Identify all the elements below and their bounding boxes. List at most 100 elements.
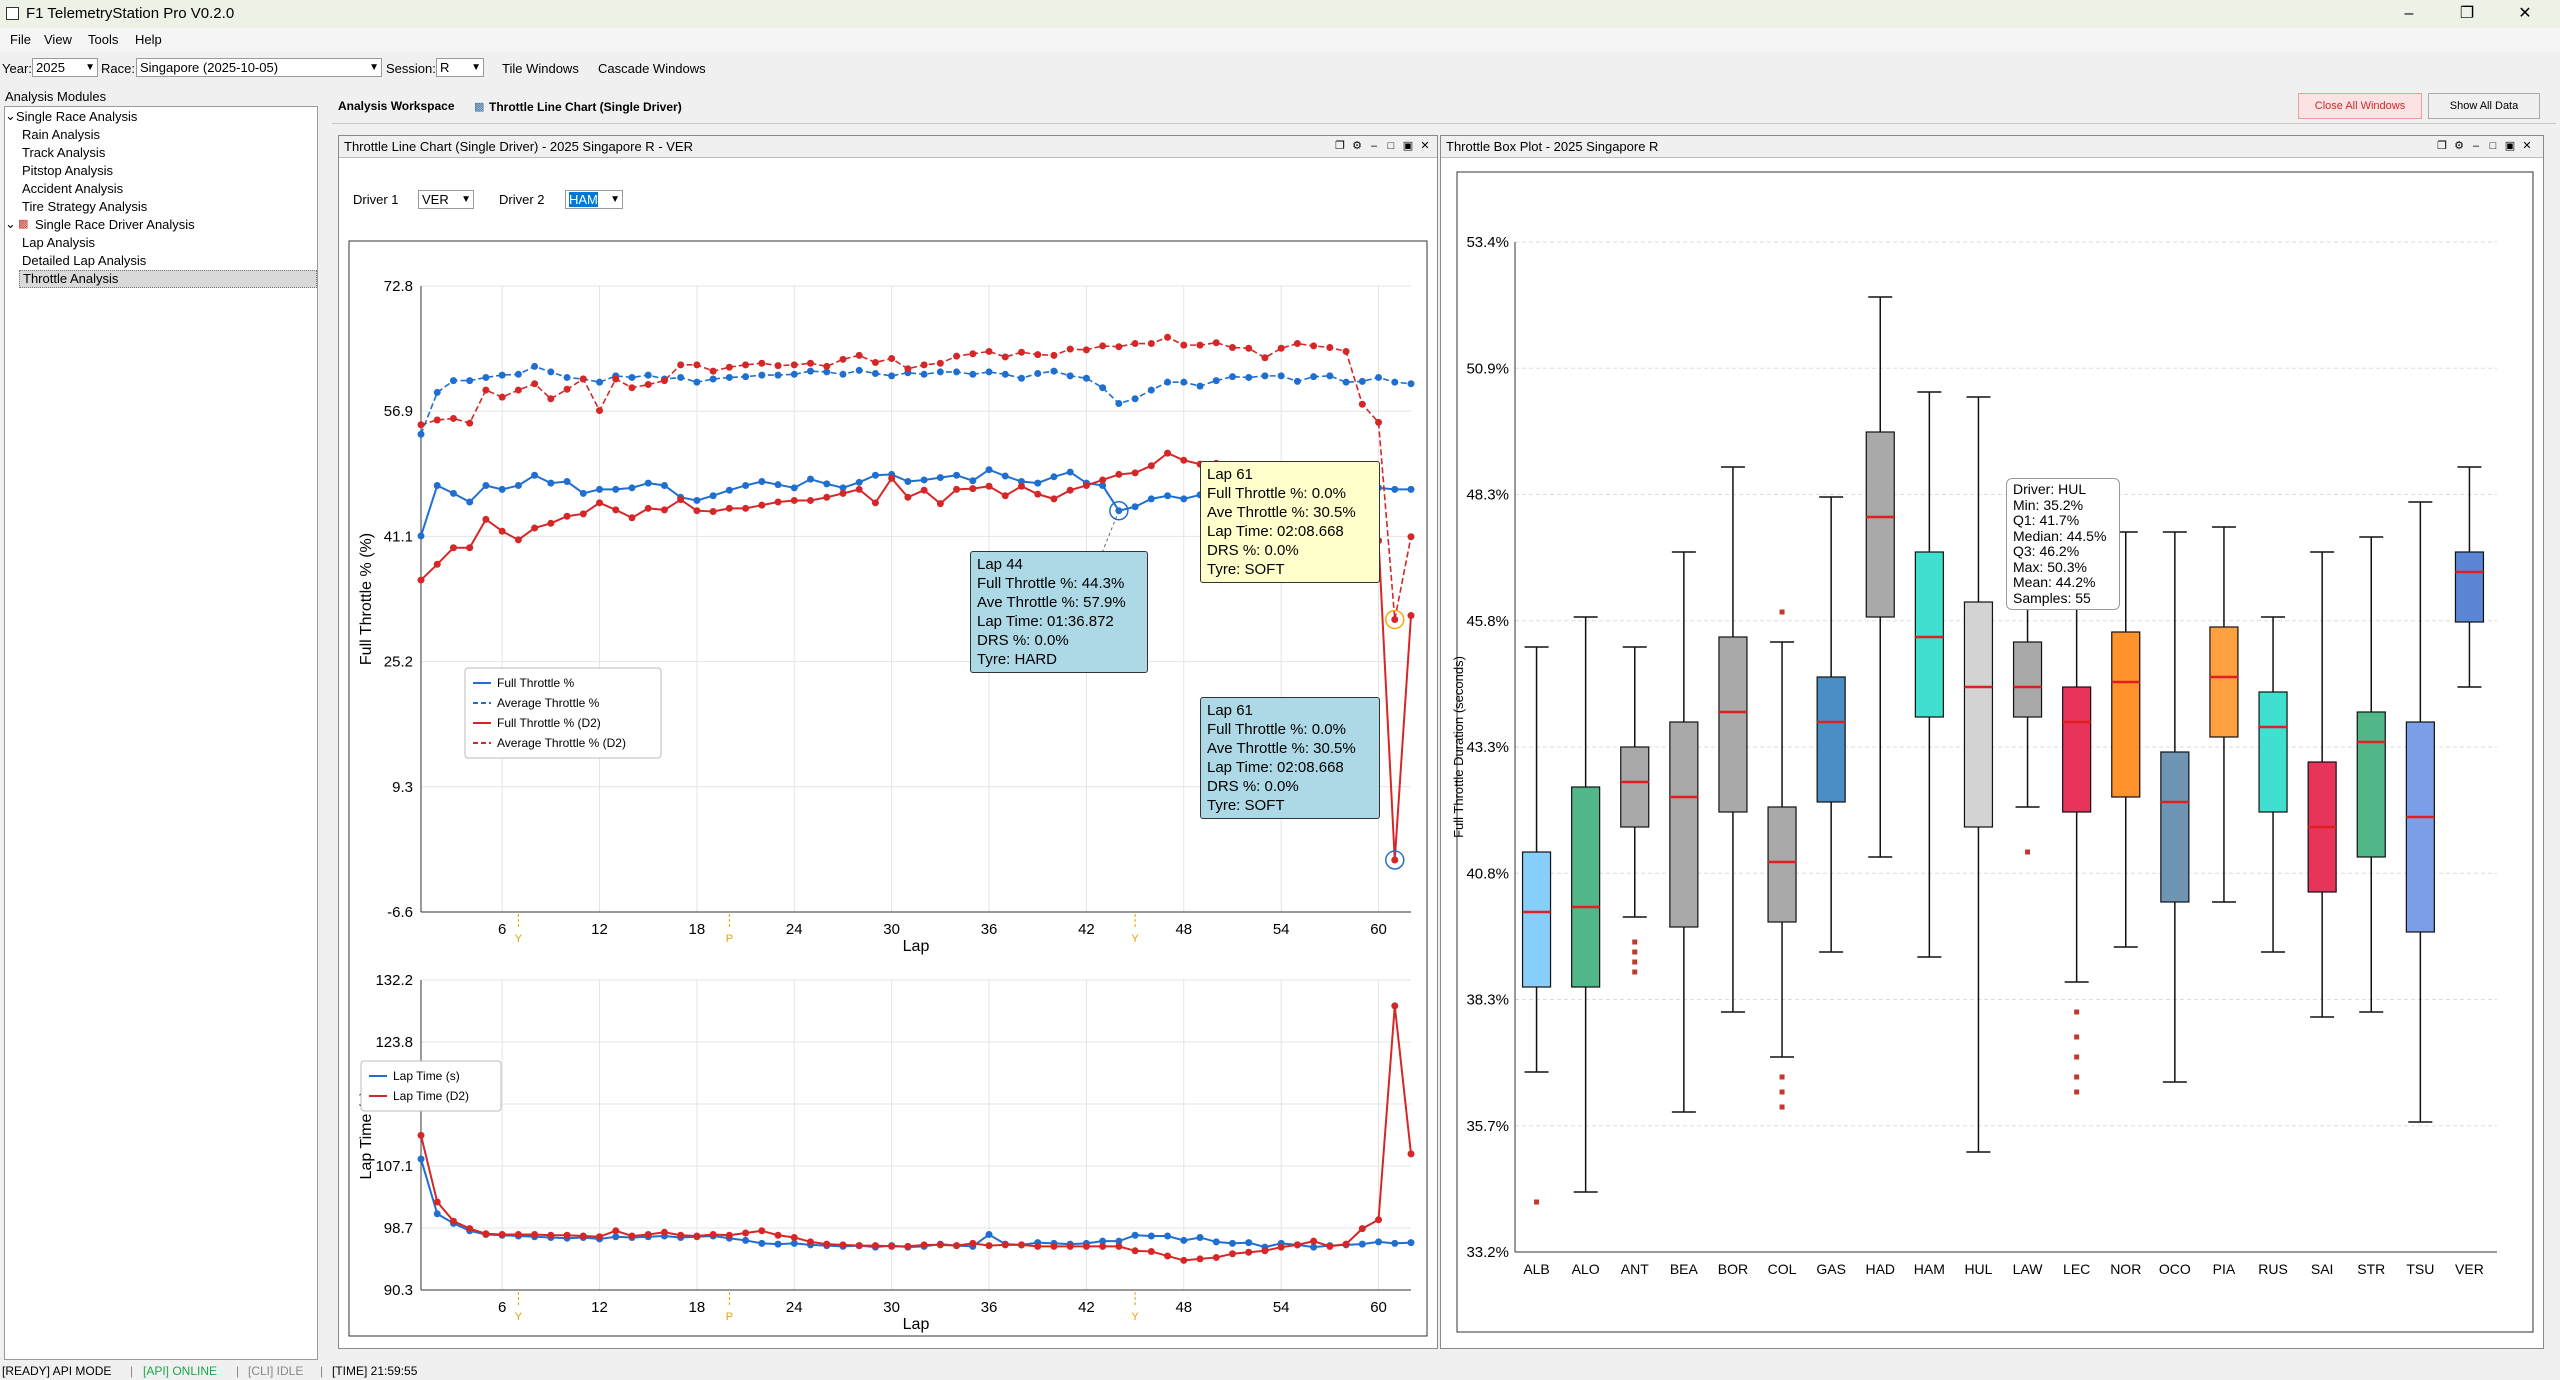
outlier-point	[1534, 1199, 1540, 1205]
data-point	[1180, 341, 1188, 349]
tree-expand-icon[interactable]: ⌄	[5, 108, 16, 124]
tooltip-line: Driver: HUL	[2013, 481, 2087, 497]
workspace-label: Analysis Workspace	[338, 99, 455, 113]
menu-tools[interactable]: Tools	[88, 32, 118, 47]
tree-group-single-race[interactable]: Single Race Analysis	[16, 109, 137, 124]
y-tick-label: 9.3	[392, 779, 413, 796]
settings-icon[interactable]: ⚙	[1350, 139, 1364, 153]
menu-view[interactable]: View	[44, 32, 72, 47]
data-point	[1050, 351, 1058, 359]
throttle-box-plot[interactable]: 53.4% 50.9% 48.3% 45.8% 43.3% 40.8% 38.3% 35.7%…	[1445, 162, 2541, 1342]
tree-item-lap[interactable]: Lap Analysis	[22, 235, 95, 250]
menu-file[interactable]: File	[10, 32, 31, 47]
driver2-select[interactable]: HAM ▼	[565, 190, 623, 209]
minimize-icon[interactable]: –	[2469, 139, 2483, 153]
race-value: Singapore (2025-10-05)	[140, 60, 279, 75]
data-point	[1375, 1238, 1383, 1246]
restore-icon[interactable]: ❐	[1333, 139, 1347, 153]
shrink-icon[interactable]: □	[2486, 139, 2500, 153]
data-point	[660, 377, 668, 385]
close-icon[interactable]: ✕	[1418, 139, 1432, 153]
data-point	[531, 1231, 539, 1239]
show-all-data-button[interactable]: Show All Data	[2428, 93, 2540, 119]
tooltip-lap44: Lap 44 Full Throttle %: 44.3% Ave Thrott…	[970, 551, 1148, 673]
close-icon[interactable]: ✕	[2520, 139, 2534, 153]
tab-throttle-line-chart[interactable]: Throttle Line Chart (Single Driver)	[489, 100, 682, 114]
data-point	[1391, 1002, 1399, 1010]
tree-item-detailed-lap[interactable]: Detailed Lap Analysis	[22, 253, 146, 268]
driver1-select[interactable]: VER ▼	[418, 190, 474, 209]
x-tick-label: TSU	[2406, 1261, 2434, 1277]
data-point	[1310, 373, 1318, 381]
maximize-icon[interactable]: ▣	[2503, 139, 2517, 153]
line-chart-window-title[interactable]: Throttle Line Chart (Single Driver) - 20…	[339, 136, 1437, 158]
data-point	[1034, 351, 1042, 359]
data-point	[709, 1231, 717, 1239]
data-point	[774, 362, 782, 370]
data-point	[1147, 462, 1155, 470]
y-tick-label: 41.1	[384, 528, 413, 545]
data-point	[628, 1232, 636, 1240]
data-point	[953, 1242, 961, 1250]
menu-help[interactable]: Help	[135, 32, 162, 47]
cascade-windows-button[interactable]: Cascade Windows	[598, 61, 706, 76]
restore-icon[interactable]: ❐	[2435, 139, 2449, 153]
minimize-icon[interactable]: –	[2386, 2, 2432, 26]
close-icon[interactable]: ✕	[2502, 2, 2548, 26]
session-select[interactable]: R ▼	[436, 58, 484, 77]
data-point	[693, 496, 701, 504]
data-point	[466, 544, 474, 552]
data-point	[1391, 1239, 1399, 1247]
outlier-point	[1779, 609, 1785, 615]
tree-item-rain[interactable]: Rain Analysis	[22, 127, 100, 142]
minimize-icon[interactable]: –	[1367, 139, 1381, 153]
data-point	[596, 1233, 604, 1241]
tree-item-track[interactable]: Track Analysis	[22, 145, 105, 160]
app-icon	[6, 7, 19, 20]
data-point	[1310, 342, 1318, 350]
shrink-icon[interactable]: □	[1384, 139, 1398, 153]
data-point	[1391, 856, 1399, 864]
data-point	[498, 527, 506, 535]
data-point	[1099, 342, 1107, 350]
chevron-down-icon: ▼	[610, 194, 620, 205]
data-point	[774, 371, 782, 379]
box-law	[2012, 641, 2043, 718]
sidebar-header: Analysis Modules	[5, 89, 107, 104]
y-tick-label: 35.7%	[1466, 1118, 1509, 1135]
y-tick-label: 53.4%	[1466, 234, 1509, 251]
data-point	[790, 370, 798, 378]
maximize-icon[interactable]: ▣	[1401, 139, 1415, 153]
data-point	[742, 504, 750, 512]
year-select[interactable]: 2025 ▼	[32, 58, 98, 77]
tooltip-line: Ave Throttle %: 57.9%	[977, 594, 1126, 611]
x-tick-label: 12	[591, 921, 608, 938]
tile-windows-button[interactable]: Tile Windows	[502, 61, 579, 76]
legend-label: Full Throttle %	[497, 676, 574, 690]
tree-item-throttle-selected[interactable]: Throttle Analysis	[19, 270, 317, 288]
y-axis-label: Full Throttle % (%)	[358, 533, 375, 665]
data-point	[1342, 1240, 1350, 1248]
tree-item-pitstop[interactable]: Pitstop Analysis	[22, 163, 113, 178]
data-point	[563, 373, 571, 381]
menu-bar: File View Tools Help	[0, 28, 2560, 52]
event-marker-label: Y	[515, 1311, 523, 1323]
driver2-label: Driver 2	[499, 192, 545, 207]
close-all-windows-button[interactable]: Close All Windows	[2298, 93, 2422, 119]
maximize-icon[interactable]: ❐	[2444, 2, 2490, 26]
tree-item-tire-strategy[interactable]: Tire Strategy Analysis	[22, 199, 147, 214]
tree-expand-icon[interactable]: ⌄	[5, 216, 16, 232]
data-point	[1228, 1250, 1236, 1258]
data-point	[1245, 373, 1253, 381]
settings-icon[interactable]: ⚙	[2452, 139, 2466, 153]
box-plot-window-title[interactable]: Throttle Box Plot - 2025 Singapore R	[1441, 136, 2543, 158]
data-point	[953, 368, 961, 376]
race-select[interactable]: Singapore (2025-10-05) ▼	[136, 58, 382, 77]
data-point	[871, 370, 879, 378]
tree-group-driver[interactable]: Single Race Driver Analysis	[35, 217, 195, 232]
data-point	[547, 368, 555, 376]
data-point	[449, 414, 457, 422]
y-tick-label: 48.3%	[1466, 487, 1509, 504]
tooltip-line: Lap 61	[1207, 702, 1253, 719]
tree-item-accident[interactable]: Accident Analysis	[22, 181, 123, 196]
